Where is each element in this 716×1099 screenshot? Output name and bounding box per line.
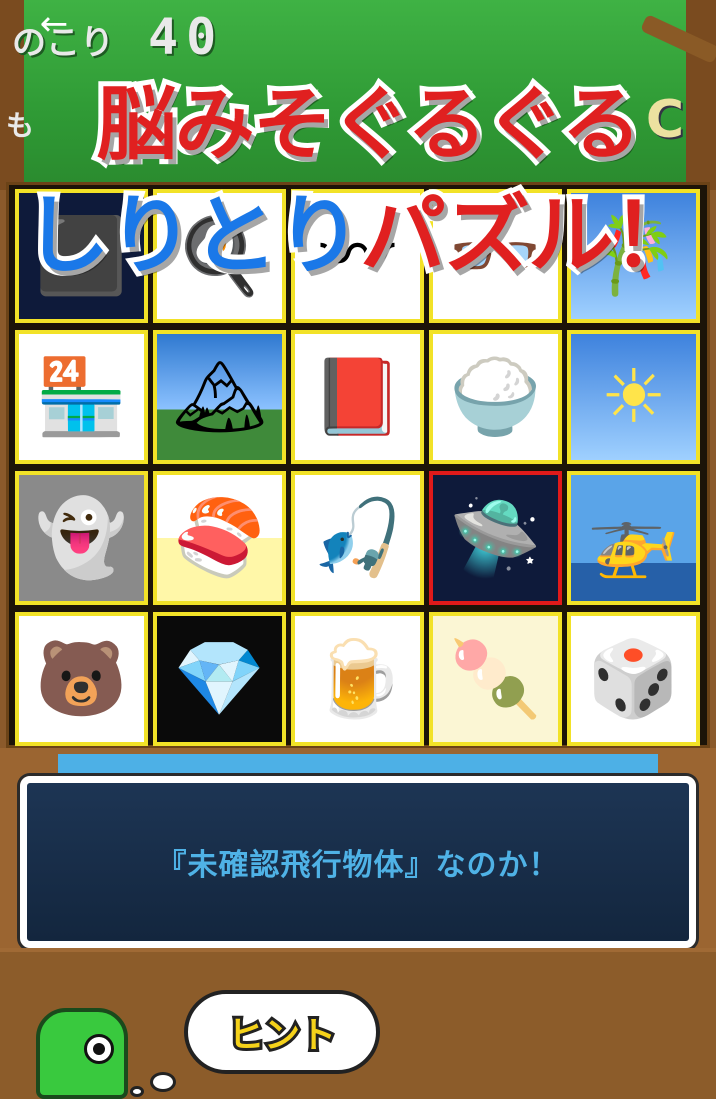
- remaining-count: 40: [148, 8, 225, 66]
- mountain-icon: 🏔: [172, 354, 267, 440]
- banner-line-2: しりとりパズル！: [0, 165, 716, 291]
- beer-icon: 🍺: [311, 636, 404, 722]
- banner-red-text: パズル！: [355, 181, 703, 291]
- tile-book[interactable]: 📕: [291, 330, 424, 464]
- tile-ghost[interactable]: 👻: [15, 471, 148, 605]
- character-eye: [84, 1034, 114, 1064]
- banner-line-1: 脳みそぐるぐる: [92, 73, 647, 176]
- fishing-rod-icon: 🎣: [311, 495, 404, 581]
- tile-dango-skewer[interactable]: 🍡: [429, 612, 562, 746]
- tile-beer[interactable]: 🍺: [291, 612, 424, 746]
- green-character: [36, 1008, 128, 1099]
- bear-icon: 🐻: [35, 636, 128, 722]
- tile-fishing-rod[interactable]: 🎣: [291, 471, 424, 605]
- tile-convenience-store[interactable]: 🏪: [15, 330, 148, 464]
- tile-sushi-roll[interactable]: 🍣: [153, 471, 286, 605]
- ghost-icon: 👻: [35, 495, 128, 581]
- ufo-icon: 🛸: [449, 495, 542, 581]
- bubble-puff-small: [130, 1086, 144, 1097]
- helicopter-icon: 🚁: [587, 495, 680, 581]
- tile-ufo-selected[interactable]: 🛸: [429, 471, 562, 605]
- hint-label: ヒント: [225, 1012, 339, 1059]
- dice-icon: 🎲: [587, 636, 680, 722]
- tile-sun[interactable]: ☀: [567, 330, 700, 464]
- hint-button[interactable]: ヒント: [184, 990, 380, 1074]
- dango-skewer-icon: 🍡: [449, 636, 542, 722]
- convenience-store-icon: 🏪: [35, 354, 128, 440]
- message-box: 『未確認飛行物体』なのか！: [20, 776, 696, 948]
- tile-helicopter[interactable]: 🚁: [567, 471, 700, 605]
- tile-bear[interactable]: 🐻: [15, 612, 148, 746]
- rice-bowl-icon: 🍚: [449, 354, 542, 440]
- message-text: 『未確認飛行物体』なのか！: [156, 848, 560, 883]
- sushi-roll-icon: 🍣: [173, 495, 266, 581]
- banner-blue-text: しりとり: [19, 181, 367, 291]
- bubble-puff-large: [150, 1072, 176, 1092]
- back-arrow-icon[interactable]: ←: [34, 6, 74, 42]
- tile-mountain[interactable]: 🏔: [153, 330, 286, 464]
- book-icon: 📕: [311, 354, 404, 440]
- sun-icon: ☀: [600, 354, 667, 440]
- tile-dice[interactable]: 🎲: [567, 612, 700, 746]
- tile-rice-bowl[interactable]: 🍚: [429, 330, 562, 464]
- tile-diamond[interactable]: 💎: [153, 612, 286, 746]
- diamond-icon: 💎: [173, 636, 266, 722]
